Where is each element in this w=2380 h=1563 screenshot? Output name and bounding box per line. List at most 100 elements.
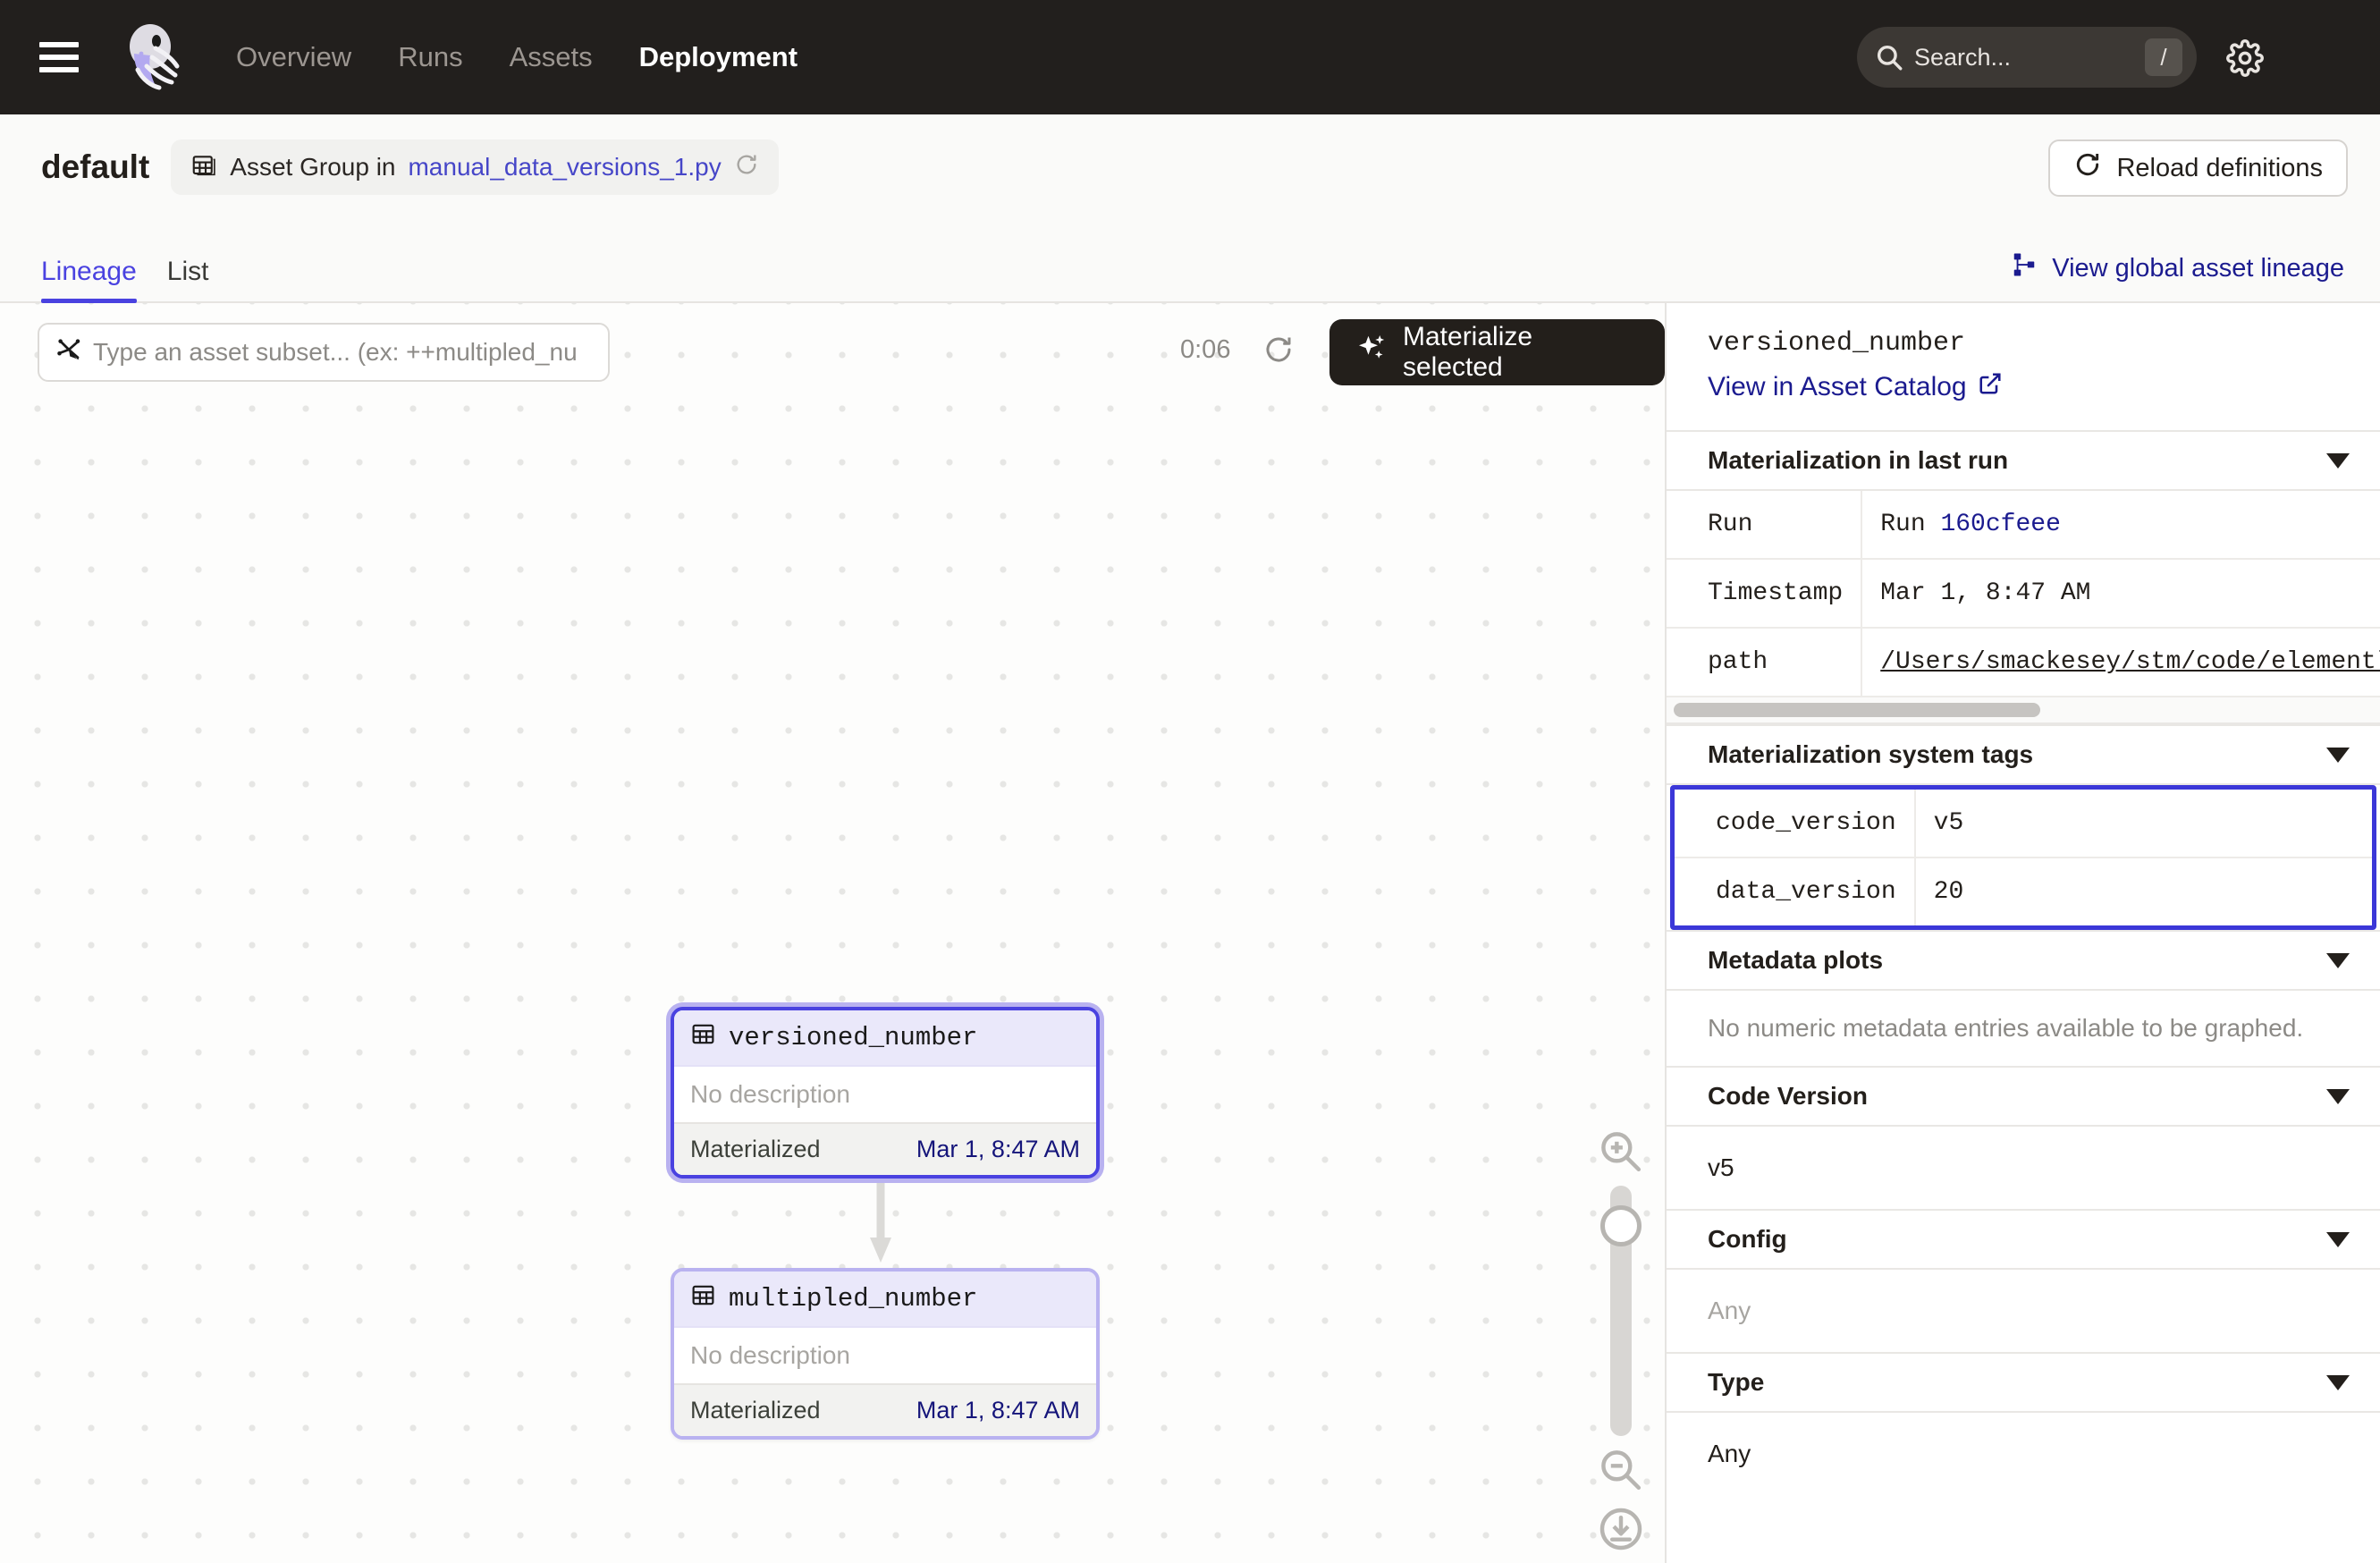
zoom-in-icon[interactable] [1596,1127,1646,1177]
asset-subset-placeholder: Type an asset subset... (ex: ++multipled… [93,338,578,366]
asset-selection-icon [55,336,82,369]
materialize-selected-label: Materialize selected [1403,322,1533,382]
breadcrumb[interactable]: Asset Group in manual_data_versions_1.py [171,139,779,195]
hamburger-line [39,67,79,72]
asset-lineage-canvas[interactable]: Type an asset subset... (ex: ++multipled… [0,303,1665,1563]
lineage-graph-icon [2011,251,2038,285]
asset-node-name: multipled_number [729,1284,978,1314]
tab-lineage[interactable]: Lineage [41,257,137,303]
system-tags-table: code_version v5 data_version 20 [1675,790,2372,925]
row-key: data_version [1675,858,1916,925]
hamburger-menu-icon[interactable] [39,42,79,72]
asset-node-versioned-number[interactable]: versioned_number No description Material… [671,1007,1100,1179]
search-input[interactable]: Search... / [1857,27,2197,88]
asset-node-description: No description [674,1067,1096,1122]
metadata-plots-empty-message: No numeric metadata entries available to… [1708,1014,2304,1042]
chevron-down-icon [2326,1088,2350,1104]
horizontal-scrollbar-thumb[interactable] [1674,703,2040,717]
section-header-materialization-in-last-run[interactable]: Materialization in last run [1667,430,2380,491]
row-key: path [1667,628,1863,697]
asset-node-status-label: Materialized [690,1397,821,1424]
section-header-config[interactable]: Config [1667,1209,2380,1270]
section-title: Metadata plots [1708,946,1884,974]
search-icon [1869,38,1909,77]
row-value-path[interactable]: /Users/smackesey/stm/code/elementl/ [1861,628,2380,697]
type-value: Any [1708,1440,1751,1467]
download-icon[interactable] [1596,1504,1646,1554]
zoom-slider[interactable] [1600,1186,1642,1436]
gear-icon[interactable] [2226,39,2264,77]
sparkle-icon [1356,333,1388,372]
tab-bar: Lineage List View global asset lineage [0,220,2380,303]
nav-link-assets[interactable]: Assets [510,41,593,73]
asset-node-timestamp[interactable]: Mar 1, 8:47 AM [916,1397,1080,1424]
chevron-down-icon [2326,747,2350,763]
breadcrumb-prefix: Asset Group in [230,153,396,181]
asset-node-timestamp[interactable]: Mar 1, 8:47 AM [916,1136,1080,1163]
table-row: data_version 20 [1675,858,2372,925]
top-navigation-bar: Overview Runs Assets Deployment Search..… [0,0,2380,114]
table-row: Timestamp Mar 1, 8:47 AM [1667,559,2380,629]
auto-refresh-timer: 0:06 [1180,335,1231,364]
code-version-value: v5 [1708,1153,1734,1181]
refresh-icon[interactable] [1262,334,1295,366]
nav-link-deployment[interactable]: Deployment [639,41,798,73]
nav-link-runs[interactable]: Runs [398,41,462,73]
breadcrumb-file-link[interactable]: manual_data_versions_1.py [408,153,721,182]
asset-node-status: Materialized Mar 1, 8:47 AM [674,1122,1096,1175]
breadcrumb-refresh-icon[interactable] [734,152,759,183]
asset-subset-input[interactable]: Type an asset subset... (ex: ++multipled… [38,323,610,382]
horizontal-scrollbar[interactable] [1667,697,2380,724]
config-value: Any [1708,1297,1751,1324]
table-icon [690,1021,716,1054]
search-placeholder: Search... [1914,43,2012,71]
zoom-slider-thumb[interactable] [1600,1205,1642,1246]
row-value: Run 160cfeee [1861,491,2380,560]
page-title: default [41,148,150,185]
section-header-code-version[interactable]: Code Version [1667,1066,2380,1127]
asset-group-icon [190,151,217,184]
asset-node-name: versioned_number [729,1023,978,1052]
table-row: path /Users/smackesey/stm/code/elementl/ [1667,628,2380,697]
chevron-down-icon [2326,1231,2350,1247]
run-prefix: Run [1880,511,1941,538]
asset-node-status-label: Materialized [690,1136,821,1162]
table-row: Run Run 160cfeee [1667,491,2380,560]
zoom-controls [1590,1127,1652,1554]
asset-details-panel: versioned_number View in Asset Catalog M… [1665,303,2380,1563]
table-icon [690,1282,716,1315]
zoom-out-icon[interactable] [1596,1445,1646,1495]
search-shortcut-key: / [2145,38,2182,76]
row-key: Run [1667,491,1863,560]
section-title: Config [1708,1225,1787,1253]
materialize-selected-button[interactable]: Materialize selected [1329,319,1665,385]
tab-list[interactable]: List [167,257,209,301]
dagster-logo[interactable] [114,20,190,95]
refresh-icon [2073,150,2102,186]
section-header-materialization-system-tags[interactable]: Materialization system tags [1667,724,2380,785]
chevron-down-icon [2326,952,2350,968]
chevron-down-icon [2326,1374,2350,1390]
asset-node-description: No description [674,1328,1096,1383]
row-key: Timestamp [1667,559,1863,629]
system-tags-highlight-box: code_version v5 data_version 20 [1670,785,2376,930]
section-title: Materialization system tags [1708,740,2034,768]
panel-asset-name: versioned_number [1708,328,1966,359]
row-value: Mar 1, 8:47 AM [1861,559,2380,629]
nav-link-overview[interactable]: Overview [236,41,351,73]
run-id-link[interactable]: 160cfeee [1940,511,2060,538]
section-header-type[interactable]: Type [1667,1352,2380,1413]
view-in-asset-catalog-link[interactable]: View in Asset Catalog [1708,371,2380,403]
section-title: Type [1708,1368,1765,1396]
asset-node-status: Materialized Mar 1, 8:47 AM [674,1383,1096,1436]
reload-definitions-label: Reload definitions [2116,153,2323,182]
reload-definitions-button[interactable]: Reload definitions [2048,139,2348,197]
asset-node-multipled-number[interactable]: multipled_number No description Material… [671,1268,1100,1440]
view-global-asset-lineage-link[interactable]: View global asset lineage [2011,251,2344,285]
catalog-link-label: View in Asset Catalog [1708,372,1967,401]
section-header-metadata-plots[interactable]: Metadata plots [1667,930,2380,991]
row-value: v5 [1914,790,2372,858]
asset-node-header: versioned_number [674,1010,1096,1067]
materialization-table: Run Run 160cfeee Timestamp Mar 1, 8:47 A… [1667,491,2380,697]
section-title: Code Version [1708,1082,1868,1110]
